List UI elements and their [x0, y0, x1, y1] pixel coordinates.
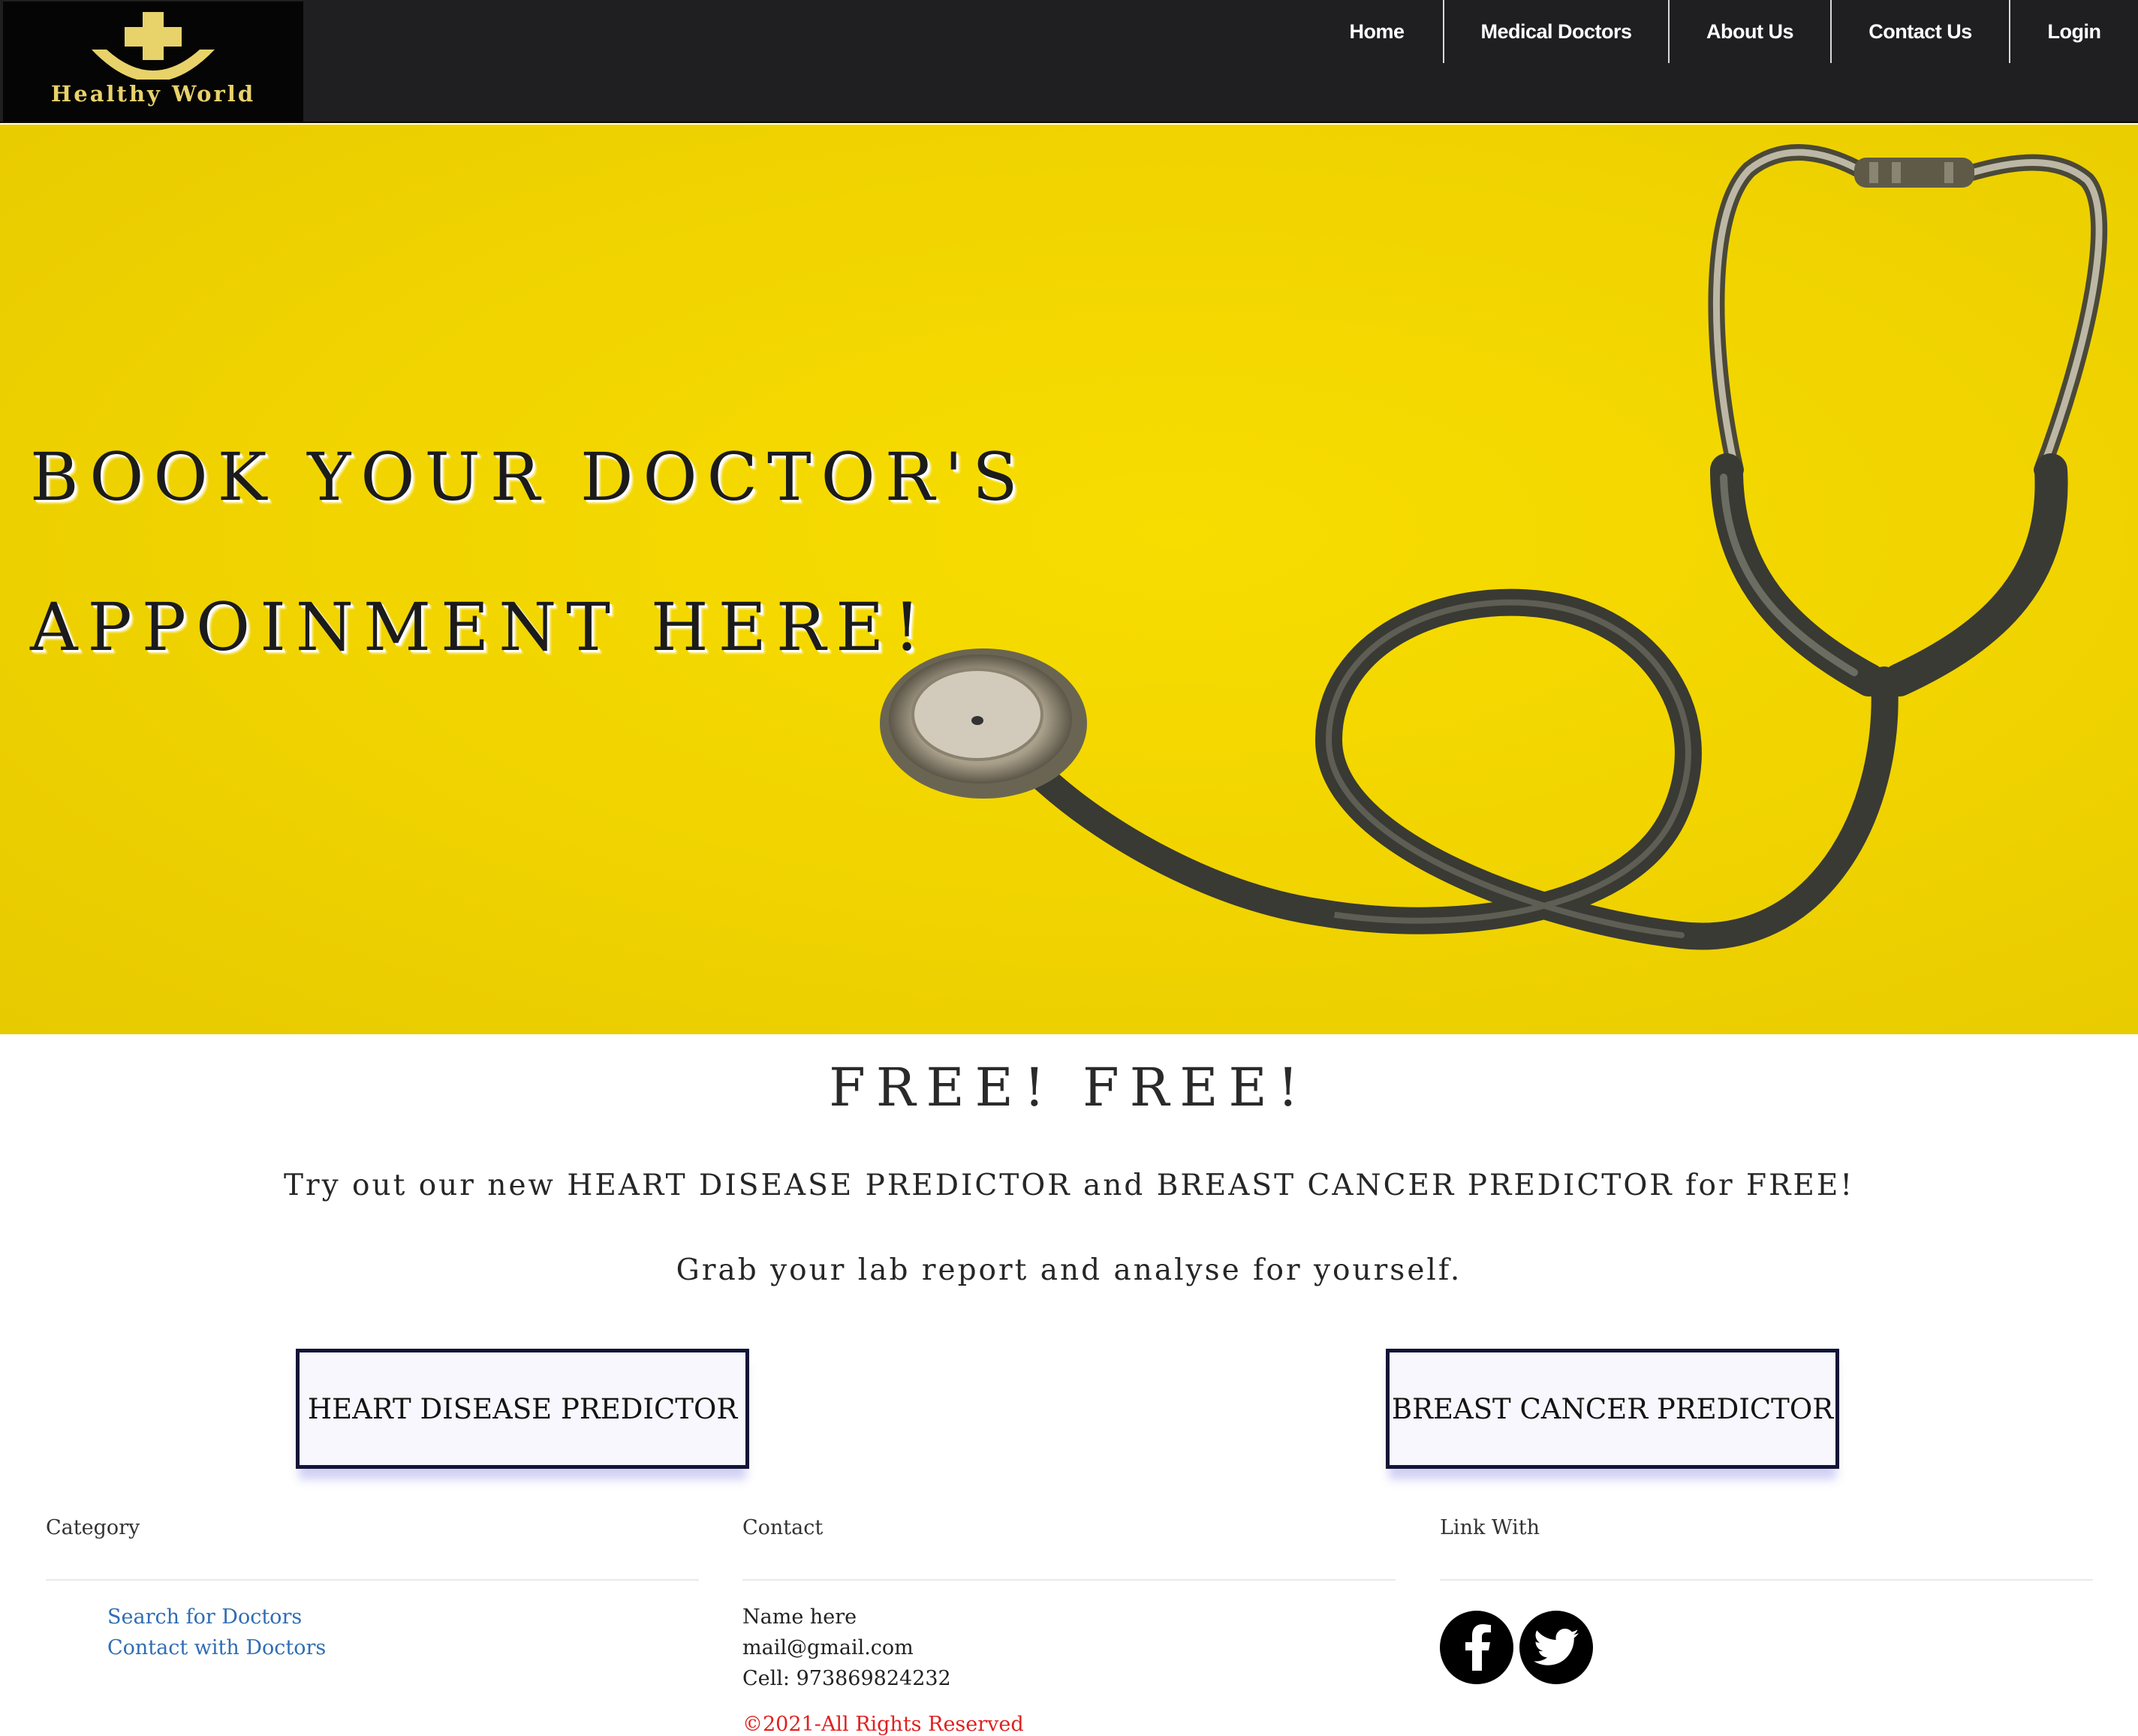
nav-contact-us[interactable]: Contact Us	[1830, 0, 2009, 63]
social-links	[1440, 1611, 2093, 1684]
footer-category: Category Search for Doctors Contact with…	[46, 1516, 699, 1663]
contact-details: Name here mail@gmail.com Cell: 973869824…	[742, 1602, 1396, 1694]
footer-contact: Contact Name here mail@gmail.com Cell: 9…	[742, 1516, 1396, 1694]
heart-disease-predictor-button[interactable]: HEART DISEASE PREDICTOR	[296, 1349, 749, 1469]
contact-name: Name here	[742, 1605, 857, 1629]
hero-line-2: APPOINMENT HERE!	[30, 588, 930, 666]
contact-doctors-link[interactable]: Contact with Doctors	[107, 1632, 699, 1663]
contact-cell: Cell: 973869824232	[742, 1667, 951, 1690]
nav-home[interactable]: Home	[1311, 0, 1443, 63]
navbar: Healthy World Home Medical Doctors About…	[0, 0, 2138, 123]
brand-name: Healthy World	[50, 81, 256, 107]
twitter-icon[interactable]	[1519, 1611, 1593, 1684]
promo-line-2: Grab your lab report and analyse for you…	[676, 1253, 1462, 1287]
contact-email: mail@gmail.com	[742, 1636, 914, 1659]
promo-line-1: Try out our new HEART DISEASE PREDICTOR …	[283, 1169, 1855, 1202]
search-doctors-link[interactable]: Search for Doctors	[107, 1602, 699, 1632]
nav-medical-doctors[interactable]: Medical Doctors	[1443, 0, 1668, 63]
facebook-icon[interactable]	[1440, 1611, 1513, 1684]
footer-category-heading: Category	[46, 1516, 699, 1581]
hero-headline: BOOK YOUR DOCTOR'S APPOINMENT HERE!	[30, 402, 1028, 703]
hero-banner: BOOK YOUR DOCTOR'S APPOINMENT HERE!	[0, 125, 2138, 1034]
footer-link-with: Link With	[1440, 1516, 2093, 1684]
brand-logo[interactable]: Healthy World	[3, 2, 303, 122]
cross-smile-logo-icon	[92, 12, 215, 80]
hero-line-1: BOOK YOUR DOCTOR'S	[30, 438, 1028, 516]
main-nav: Home Medical Doctors About Us Contact Us…	[1311, 0, 2138, 63]
nav-login[interactable]: Login	[2009, 0, 2138, 63]
footer-contact-heading: Contact	[742, 1516, 1396, 1581]
copyright: ©2021-All Rights Reserved	[742, 1713, 1024, 1736]
footer-category-links: Search for Doctors Contact with Doctors	[46, 1602, 699, 1663]
breast-cancer-predictor-button[interactable]: BREAST CANCER PREDICTOR	[1386, 1349, 1839, 1469]
promo-title: FREE! FREE!	[829, 1057, 1309, 1118]
footer-link-with-heading: Link With	[1440, 1516, 2093, 1581]
nav-about-us[interactable]: About Us	[1668, 0, 1830, 63]
